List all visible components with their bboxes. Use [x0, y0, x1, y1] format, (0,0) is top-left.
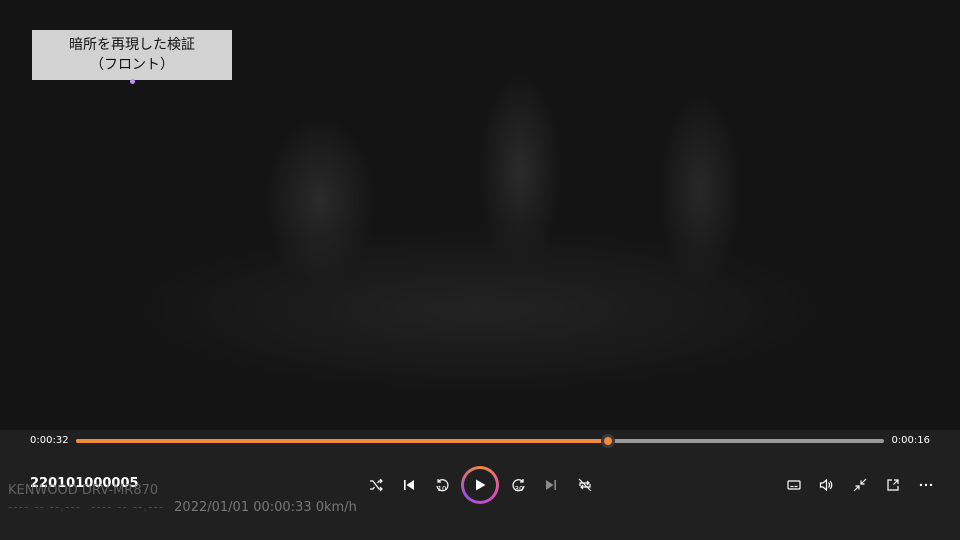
play-button-inner — [464, 469, 496, 501]
dashcam-brand: KENWOOD DRV-MR870 — [8, 483, 159, 498]
mini-player-button[interactable] — [881, 473, 905, 497]
light-dot — [130, 79, 135, 84]
dashcam-lat: ---- -- --.--- — [8, 500, 82, 514]
shuffle-button[interactable] — [364, 473, 388, 497]
repeat-off-icon — [578, 478, 592, 492]
skip-forward-button[interactable]: 30 — [507, 473, 531, 497]
dashcam-timestamp: 2022/01/01 00:00:33 0km/h — [174, 500, 357, 515]
skip-forward-label: 30 — [514, 485, 524, 493]
next-icon — [546, 480, 556, 490]
elapsed-time: 0:00:32 — [30, 435, 69, 446]
more-button[interactable] — [914, 473, 938, 497]
skip-back-button[interactable]: 10 — [430, 473, 454, 497]
play-icon — [476, 479, 486, 491]
subtitles-button[interactable] — [782, 473, 806, 497]
volume-button[interactable] — [814, 473, 838, 497]
skip-back-label: 10 — [437, 485, 447, 493]
previous-icon — [404, 480, 414, 490]
next-button[interactable] — [539, 473, 563, 497]
more-icon — [919, 483, 933, 487]
play-button[interactable] — [461, 466, 499, 504]
previous-button[interactable] — [397, 473, 421, 497]
exit-fullscreen-button[interactable] — [848, 473, 872, 497]
seek-bar-fill — [76, 439, 608, 443]
dashcam-info-row: ---- -- --.--- ---- -- --.--- 2022/01/01… — [8, 499, 357, 516]
dashcam-overlay: KENWOOD DRV-MR870 ---- -- --.--- ---- --… — [8, 482, 357, 516]
caption-line-1: 暗所を再現した検証 — [69, 37, 195, 53]
exit-fullscreen-icon — [853, 478, 867, 492]
repeat-button[interactable] — [573, 473, 597, 497]
seek-bar[interactable] — [76, 434, 884, 448]
seek-thumb[interactable] — [600, 434, 615, 448]
remaining-time: 0:00:16 — [891, 435, 930, 446]
caption-line-2: （フロント） — [90, 57, 174, 73]
volume-icon — [819, 478, 833, 492]
video-frame[interactable]: 暗所を再現した検証 （フロント） — [0, 0, 960, 430]
shuffle-icon — [370, 478, 383, 492]
dashcam-lon: ---- -- --.--- — [91, 500, 165, 514]
caption-box: 暗所を再現した検証 （フロント） — [32, 30, 232, 80]
subtitles-icon — [787, 480, 801, 490]
mini-player-icon — [887, 479, 899, 491]
